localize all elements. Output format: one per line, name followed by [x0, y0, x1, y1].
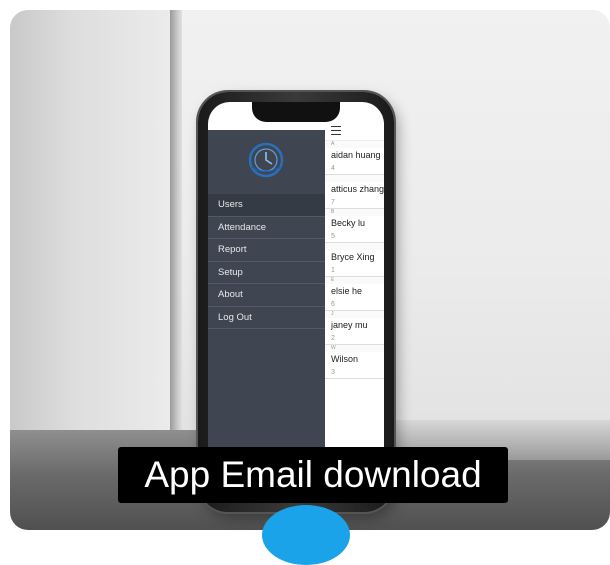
contact-count: 4 [325, 163, 384, 175]
contact-name[interactable]: janey mu [325, 318, 384, 333]
caption-banner: App Email download [118, 447, 508, 503]
group-letter: A [325, 141, 384, 148]
contact-name[interactable]: Bryce Xing [325, 250, 384, 265]
menu-item-users[interactable]: Users [208, 194, 325, 217]
contact-count: 2 [325, 333, 384, 345]
contact-count: 3 [325, 367, 384, 379]
group-letter: J [325, 311, 384, 318]
contact-count: 1 [325, 265, 384, 277]
phone-screen: Users Attendance Report Setup About Log … [208, 102, 384, 502]
blue-badge-shape [262, 505, 350, 565]
contact-name[interactable]: atticus zhang [325, 182, 384, 197]
phone-notch [252, 102, 340, 122]
contact-name[interactable]: elsie he [325, 284, 384, 299]
group-letter: B [325, 209, 384, 216]
group-letter [325, 175, 384, 182]
menu-item-attendance[interactable]: Attendance [208, 217, 325, 239]
contact-name[interactable]: Becky lu [325, 216, 384, 231]
contact-count: 7 [325, 197, 384, 209]
menu-item-report[interactable]: Report [208, 239, 325, 262]
contact-name[interactable]: Wilson [325, 352, 384, 367]
contact-count: 6 [325, 299, 384, 311]
list-header [325, 122, 384, 141]
group-letter: E [325, 277, 384, 284]
drawer-menu: Users Attendance Report Setup About Log … [208, 194, 325, 329]
contact-name[interactable]: aidan huang [325, 148, 384, 163]
hamburger-icon[interactable] [331, 126, 341, 136]
menu-item-about[interactable]: About [208, 284, 325, 307]
contact-count: 5 [325, 231, 384, 243]
user-list: A aidan huang 4 atticus zhang 7 B Becky … [325, 122, 384, 502]
menu-item-setup[interactable]: Setup [208, 262, 325, 284]
group-letter: W [325, 345, 384, 352]
wall-left [10, 10, 175, 440]
menu-item-log-out[interactable]: Log Out [208, 307, 325, 329]
group-letter [325, 243, 384, 250]
clock-logo-icon [248, 142, 284, 178]
